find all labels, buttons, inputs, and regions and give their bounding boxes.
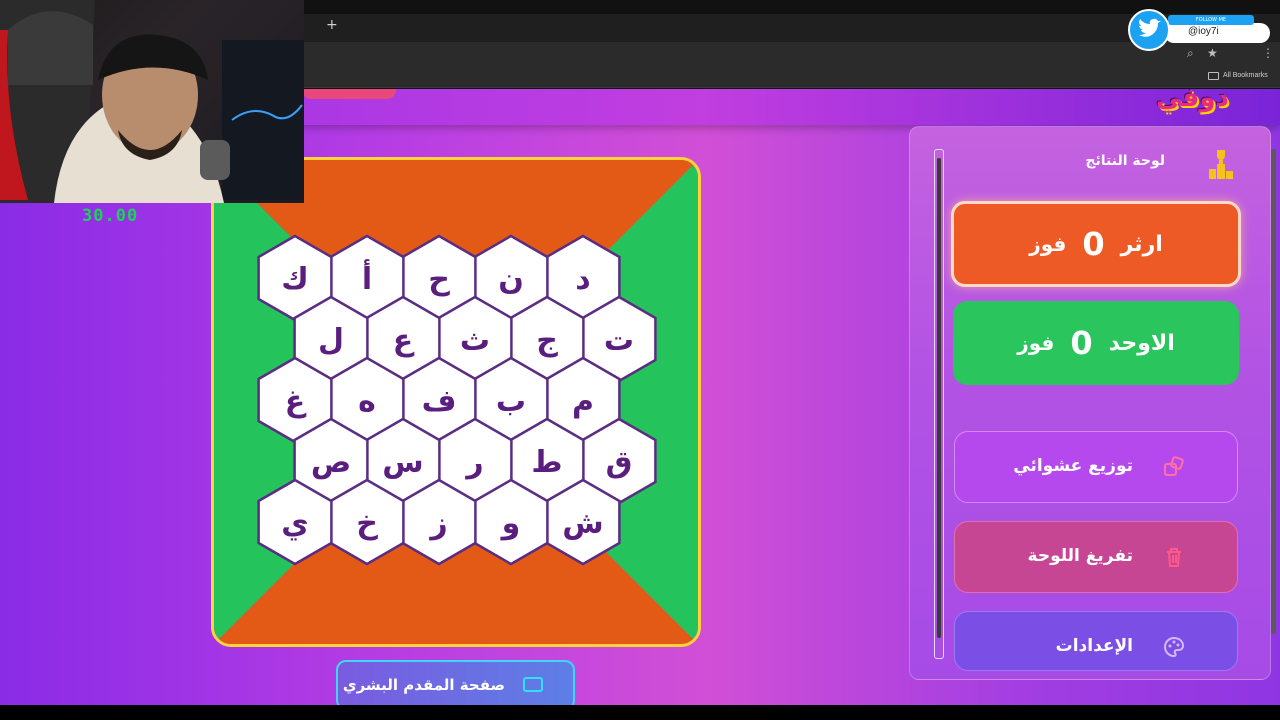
- clear-board-label: تفريغ اللوحة: [1027, 546, 1133, 566]
- header-pill-button[interactable]: [302, 89, 396, 99]
- hex-letter: ص: [311, 445, 351, 480]
- trophy-podium-icon: [1209, 150, 1233, 179]
- folder-icon: [1208, 72, 1219, 80]
- settings-button[interactable]: الإعدادات: [954, 611, 1238, 671]
- presenter-page-button[interactable]: صفحة المقدم البشري: [336, 660, 575, 705]
- team2-score-card: فوز 0 الاوحد: [953, 301, 1239, 385]
- new-tab-button[interactable]: +: [326, 17, 338, 33]
- team1-score-card: فوز 0 ارثر: [951, 201, 1241, 287]
- hex-letter: ع: [393, 323, 415, 358]
- hex-letter: ف: [422, 384, 457, 419]
- hex-letter: ر: [464, 445, 483, 480]
- follow-me-label: FOLLOW ME: [1168, 15, 1254, 25]
- hex-letter: ب: [496, 384, 526, 419]
- streamer-camera-image: [0, 0, 304, 203]
- all-bookmarks-link[interactable]: All Bookmarks: [1223, 72, 1268, 79]
- countdown-timer: 30.00: [82, 206, 139, 226]
- hex-letter: ي: [281, 506, 309, 541]
- random-distribute-button[interactable]: توزيع عشوائي: [954, 431, 1238, 503]
- presenter-page-label: صفحة المقدم البشري: [342, 676, 505, 694]
- trash-icon: [1167, 548, 1181, 567]
- team2-unit: فوز: [1017, 331, 1055, 355]
- page-scrollbar[interactable]: [1270, 129, 1278, 634]
- hex-letter: ق: [606, 445, 633, 480]
- page-scroll-thumb[interactable]: [1271, 149, 1276, 634]
- hex-letter: م: [572, 384, 594, 419]
- hex-letter: ه: [358, 384, 376, 419]
- scoreboard-title: لوحة النتائج: [1085, 153, 1165, 169]
- hex-letter: ن: [498, 262, 524, 297]
- monitor-play-icon: [523, 677, 543, 692]
- team1-unit: فوز: [1029, 232, 1067, 256]
- hex-letter: أ: [362, 259, 372, 297]
- panel-scroll-thumb[interactable]: [937, 158, 941, 638]
- hex-letter: غ: [285, 384, 307, 419]
- bottom-letterbox: [0, 705, 1280, 720]
- hex-letter: ز: [428, 506, 447, 541]
- hex-letter: و: [500, 506, 521, 541]
- hex-letter: ت: [604, 323, 634, 358]
- shuffle-cube-icon: [1164, 456, 1184, 476]
- settings-label: الإعدادات: [1055, 636, 1133, 656]
- site-logo: دوفي: [1156, 89, 1229, 113]
- hex-letter: ح: [428, 262, 450, 297]
- game-board: د ن ح أ ك ت ج ث ع ل م ب ف ه غ ق ط ر سص ش و ز خ ي: [211, 157, 701, 647]
- team2-score: 0: [1070, 324, 1093, 362]
- hex-letter: ش: [562, 506, 603, 541]
- hex-letter: ج: [536, 323, 558, 358]
- hex-letter: ث: [460, 323, 490, 358]
- scoreboard-panel: لوحة النتائج فوز 0 ارثر فوز 0 الاوحد توز…: [909, 126, 1271, 680]
- clear-board-button[interactable]: تفريغ اللوحة: [954, 521, 1238, 593]
- palette-icon: [1164, 636, 1185, 658]
- team2-name: الاوحد: [1108, 330, 1175, 356]
- twitter-handle: @ioy7i: [1188, 26, 1219, 37]
- hex-letter: د: [575, 262, 590, 297]
- webcam-overlay: [0, 0, 304, 203]
- hex-letter: ك: [281, 262, 309, 297]
- hex-letter: ط: [531, 445, 562, 480]
- random-distribute-label: توزيع عشوائي: [1013, 456, 1133, 476]
- hex-letter: خ: [356, 506, 378, 541]
- team1-score: 0: [1082, 225, 1105, 263]
- twitter-follow-badge: FOLLOW ME @ioy7i: [1128, 9, 1270, 53]
- panel-scrollbar[interactable]: [934, 149, 944, 659]
- screen: + ⌕ ★ ⋮ All Bookmarks دوفي دنحأكتجثعلمبف…: [0, 0, 1280, 720]
- hex-letter: س: [382, 445, 423, 480]
- hex-letter: ل: [318, 323, 344, 358]
- board-svg: د ن ح أ ك ت ج ث ع ل م ب ف ه غ ق ط ر سص ش و ز خ ي: [214, 160, 698, 644]
- twitter-bird-icon: [1128, 9, 1170, 51]
- team1-name: ارثر: [1120, 231, 1163, 257]
